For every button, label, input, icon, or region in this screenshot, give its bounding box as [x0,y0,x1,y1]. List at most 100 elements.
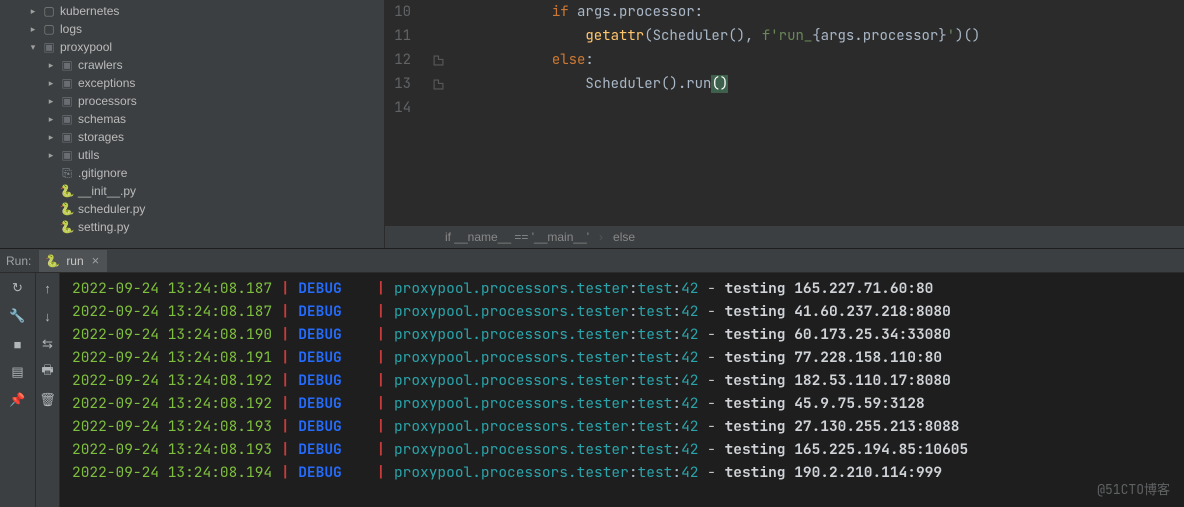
log-lineno: 42 [681,461,698,484]
log-level: DEBUG [298,461,368,484]
log-address: 77.228.158.110:80 [794,346,942,369]
chevron-right-icon[interactable]: ▸ [28,6,38,17]
tree-item[interactable]: ▸▣storages [0,128,384,146]
chevron-right-icon[interactable]: ▸ [46,132,56,143]
chevron-right-icon[interactable]: ▸ [46,114,56,125]
log-line[interactable]: 2022-09-24 13:24:08.187 | DEBUG | proxyp… [72,277,1184,300]
tree-item[interactable]: ▾▣proxypool [0,38,384,56]
tree-item[interactable]: ▸▣schemas [0,110,384,128]
run-tab[interactable]: 🐍 run × [39,250,107,272]
tree-item[interactable]: 🐍scheduler.py [0,200,384,218]
log-module: proxypool.processors.tester [394,461,629,484]
log-sep: | [281,438,298,461]
code-line[interactable]: 14 [385,96,1184,120]
log-line[interactable]: 2022-09-24 13:24:08.192 | DEBUG | proxyp… [72,369,1184,392]
gutter-icon-slot [425,79,451,90]
code-line[interactable]: 12 else: [385,48,1184,72]
log-sep: | [377,277,394,300]
layout-icon[interactable]: ▤ [9,363,27,381]
line-number[interactable]: 13 [385,72,425,96]
console-output[interactable]: 2022-09-24 13:24:08.187 | DEBUG | proxyp… [60,273,1184,507]
rerun-icon[interactable]: ↻ [9,279,27,297]
log-line[interactable]: 2022-09-24 13:24:08.187 | DEBUG | proxyp… [72,300,1184,323]
code-line[interactable]: 10 if args.processor: [385,0,1184,24]
log-function: test [638,438,673,461]
fold-icon[interactable] [433,55,444,66]
tree-item-label: __init__.py [78,184,136,198]
log-sep: | [377,392,394,415]
log-sep: | [377,369,394,392]
log-timestamp: 2022-09-24 13:24:08.187 [72,277,272,300]
code-editor[interactable]: 10 if args.processor:11 getattr(Schedule… [385,0,1184,248]
up-arrow-icon[interactable]: ↑ [39,279,57,297]
code-text[interactable]: if args.processor: [451,0,703,24]
log-line[interactable]: 2022-09-24 13:24:08.194 | DEBUG | proxyp… [72,461,1184,484]
breadcrumb-segment[interactable]: if __name__ == '__main__' [445,230,589,244]
tree-item[interactable]: 🐍setting.py [0,218,384,236]
log-address: 190.2.210.114:999 [794,461,942,484]
soft-wrap-icon[interactable]: ⇆ [39,335,57,353]
code-text[interactable]: else: [451,48,594,72]
tree-item[interactable]: ▸▣processors [0,92,384,110]
code-text[interactable]: Scheduler().run() [451,72,728,96]
log-level: DEBUG [298,415,368,438]
tree-item[interactable]: ▸ ▣ exceptions [0,74,384,92]
tree-item[interactable]: ⎘.gitignore [0,164,384,182]
folder-icon: ▣ [60,76,74,90]
log-line[interactable]: 2022-09-24 13:24:08.191 | DEBUG | proxyp… [72,346,1184,369]
log-lineno: 42 [681,346,698,369]
tree-item-label: proxypool [60,40,112,54]
chevron-down-icon[interactable]: ▾ [28,42,38,53]
tree-item[interactable]: ▸▣crawlers [0,56,384,74]
code-line[interactable]: 13 Scheduler().run() [385,72,1184,96]
code-text[interactable]: getattr(Scheduler(), f'run_{args.process… [451,24,980,48]
log-timestamp: 2022-09-24 13:24:08.192 [72,392,272,415]
tree-item[interactable]: ▸▣utils [0,146,384,164]
log-line[interactable]: 2022-09-24 13:24:08.192 | DEBUG | proxyp… [72,392,1184,415]
log-sep: | [281,392,298,415]
fold-icon[interactable] [433,79,444,90]
line-number[interactable]: 10 [385,0,425,24]
log-line[interactable]: 2022-09-24 13:24:08.193 | DEBUG | proxyp… [72,438,1184,461]
pin-icon[interactable]: 📌 [9,391,27,409]
tree-item[interactable]: ▸▢kubernetes [0,2,384,20]
chevron-right-icon[interactable]: ▸ [28,24,38,35]
line-number[interactable]: 11 [385,24,425,48]
breadcrumb-separator: › [599,230,603,244]
log-message: testing [725,300,795,323]
breadcrumb[interactable]: if __name__ == '__main__' › else [385,225,1184,248]
log-address: 182.53.110.17:8080 [794,369,951,392]
project-tree[interactable]: ▸▢kubernetes▸▢logs▾▣proxypool▸▣crawlers▸… [0,0,385,248]
tree-item[interactable]: ▸▢logs [0,20,384,38]
log-line[interactable]: 2022-09-24 13:24:08.190 | DEBUG | proxyp… [72,323,1184,346]
log-address: 27.130.255.213:8088 [794,415,959,438]
breadcrumb-segment[interactable]: else [613,230,635,244]
log-sep: | [281,369,298,392]
close-icon[interactable]: × [92,253,100,268]
log-timestamp: 2022-09-24 13:24:08.191 [72,346,272,369]
log-message: testing [725,461,795,484]
chevron-right-icon[interactable]: ▸ [46,150,56,161]
chevron-right-icon[interactable]: ▸ [46,60,56,71]
chevron-right-icon[interactable]: ▸ [46,78,56,89]
log-line[interactable]: 2022-09-24 13:24:08.193 | DEBUG | proxyp… [72,415,1184,438]
log-address: 60.173.25.34:33080 [794,323,951,346]
wrench-icon[interactable]: 🔧 [9,307,27,325]
run-tab-label: run [66,254,83,268]
trash-icon[interactable]: 🗑 [39,391,57,409]
file-icon: ⎘ [60,166,74,180]
line-number[interactable]: 12 [385,48,425,72]
chevron-right-icon[interactable]: ▸ [46,96,56,107]
code-line[interactable]: 11 getattr(Scheduler(), f'run_{args.proc… [385,24,1184,48]
line-number[interactable]: 14 [385,96,425,120]
log-lineno: 42 [681,369,698,392]
log-sep: | [281,277,298,300]
log-module: proxypool.processors.tester [394,323,629,346]
python-file-icon: 🐍 [60,184,74,198]
print-icon[interactable]: 🖶 [39,363,57,381]
tree-item-label: exceptions [78,76,135,90]
stop-icon[interactable]: ■ [9,335,27,353]
down-arrow-icon[interactable]: ↓ [39,307,57,325]
tree-item[interactable]: 🐍 __init__.py [0,182,384,200]
run-label: Run: [6,254,31,268]
